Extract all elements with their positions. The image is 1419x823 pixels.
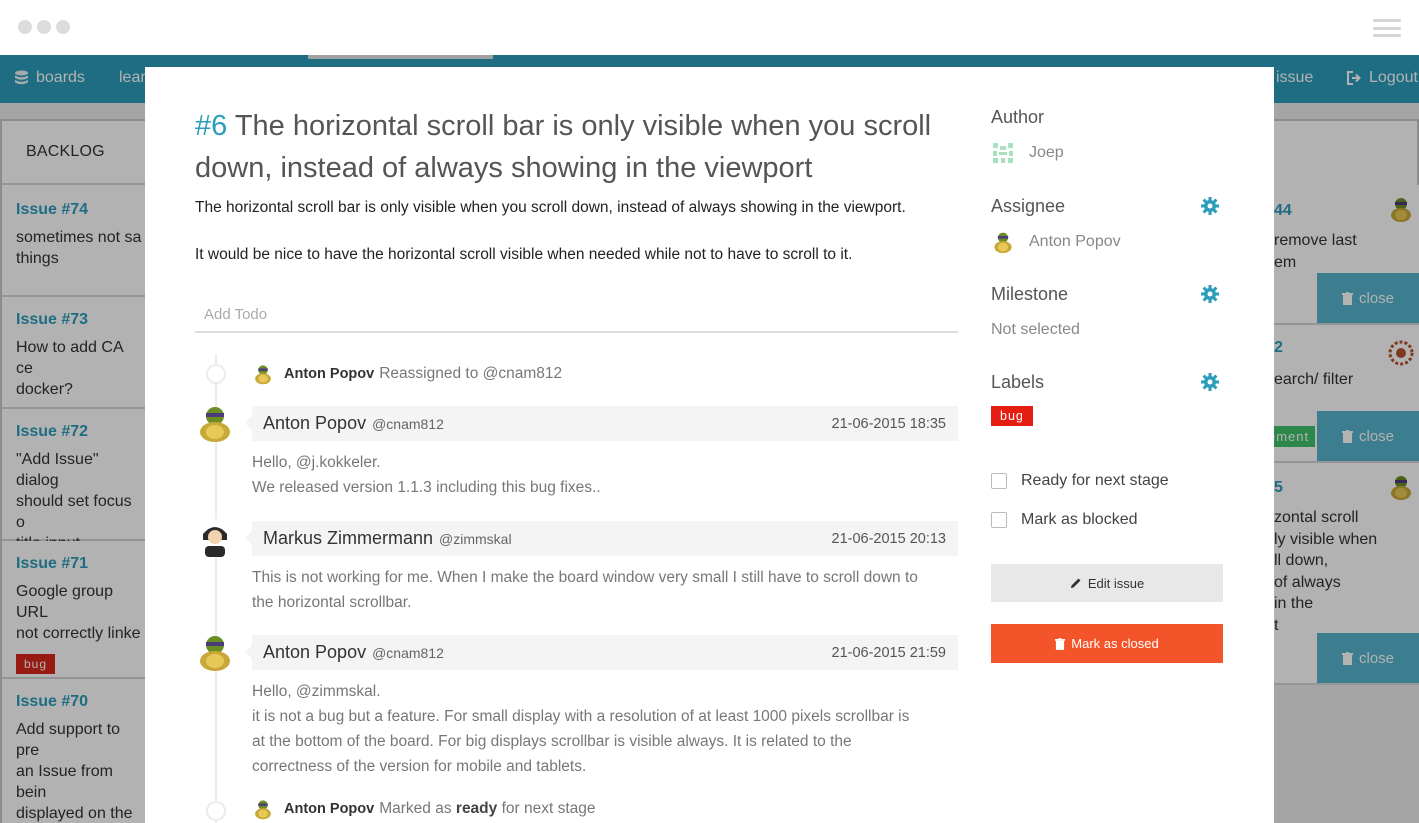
event-text: Marked as ready for next stage	[379, 800, 595, 818]
event-text-strong: ready	[455, 800, 498, 817]
hamburger-menu-icon[interactable]	[1373, 19, 1401, 37]
comment-author[interactable]: Markus Zimmermann	[263, 528, 433, 549]
issue-title-text: The horizontal scroll bar is only visibl…	[195, 110, 932, 184]
gear-icon[interactable]	[1201, 285, 1219, 303]
event-text: Reassigned to @cnam812	[379, 365, 563, 382]
issue-title: #6 The horizontal scroll bar is only vis…	[195, 105, 955, 189]
author-name: Joep	[1029, 144, 1064, 161]
comment-author[interactable]: Anton Popov	[263, 642, 366, 663]
identicon-avatar-icon	[991, 141, 1015, 165]
issue-number: #6	[195, 110, 228, 142]
author-heading: Author	[991, 107, 1045, 127]
turtle-avatar-icon	[255, 365, 271, 385]
comment-date: 21-06-2015 18:35	[831, 415, 947, 432]
blocked-label: Mark as blocked	[1021, 511, 1138, 528]
comment-handle: @zimmskal	[439, 530, 512, 547]
comment-line: it is not a bug but a feature. For small…	[252, 708, 910, 725]
bug-label: bug	[991, 406, 1033, 426]
comment-header: Anton Popov @cnam812 21-06-2015 21:59	[245, 635, 958, 670]
timeline-dot	[206, 364, 226, 384]
comment-author[interactable]: Anton Popov	[263, 413, 366, 434]
checkbox[interactable]	[991, 512, 1007, 528]
window-chrome	[0, 0, 1419, 55]
milestone-heading: Milestone	[991, 284, 1069, 304]
mark-closed-button[interactable]: Mark as closed	[991, 624, 1223, 663]
timeline-event: Anton Popov Reassigned to @cnam812	[252, 363, 562, 385]
assignee-heading: Assignee	[991, 196, 1066, 216]
author-value: Joep	[991, 141, 1064, 165]
window-dot-minimize[interactable]	[37, 20, 51, 34]
comment-line: Hello, @j.kokkeler.	[252, 454, 381, 471]
issue-description-1: The horizontal scroll bar is only visibl…	[195, 199, 906, 216]
comment-line: We released version 1.1.3 including this…	[252, 479, 601, 496]
turtle-avatar-icon	[994, 232, 1012, 254]
issue-modal: #6 The horizontal scroll bar is only vis…	[145, 67, 1274, 823]
trash-icon	[1055, 637, 1066, 650]
comment-line: Hello, @zimmskal.	[252, 683, 381, 700]
event-user[interactable]: Anton Popov	[284, 801, 374, 817]
assignee-value: Anton Popov	[991, 230, 1121, 254]
gear-icon[interactable]	[1201, 197, 1219, 215]
assignee-name: Anton Popov	[1029, 233, 1121, 250]
issue-description-2: It would be nice to have the horizontal …	[195, 246, 853, 263]
comment-handle: @cnam812	[372, 644, 444, 661]
comment-date: 21-06-2015 20:13	[831, 530, 947, 547]
turtle-avatar-icon	[200, 407, 230, 442]
ready-next-stage-checkbox[interactable]: Ready for next stage	[991, 472, 1169, 490]
timeline-event: Anton Popov Marked as ready for next sta…	[252, 798, 596, 820]
comment-line: at the bottom of the board. For big disp…	[252, 733, 852, 750]
comment-line: This is not working for me. When I make …	[252, 569, 918, 586]
checkbox[interactable]	[991, 473, 1007, 489]
comment-header: Markus Zimmermann @zimmskal 21-06-2015 2…	[245, 521, 958, 556]
person-avatar-icon	[196, 519, 234, 557]
timeline-dot	[206, 801, 226, 821]
edit-issue-label: Edit issue	[1087, 575, 1145, 591]
labels-heading: Labels	[991, 372, 1045, 392]
pencil-icon	[1070, 578, 1081, 588]
edit-issue-button[interactable]: Edit issue	[991, 564, 1223, 602]
add-todo-input[interactable]	[195, 297, 958, 333]
window-dot-maximize[interactable]	[56, 20, 70, 34]
turtle-avatar-icon	[200, 636, 230, 671]
comment-header: Anton Popov @cnam812 21-06-2015 18:35	[245, 406, 958, 441]
gear-icon[interactable]	[1201, 373, 1219, 391]
event-user[interactable]: Anton Popov	[284, 366, 374, 382]
comment-body: Hello, @zimmskal. it is not a bug but a …	[252, 679, 962, 779]
ready-label: Ready for next stage	[1021, 472, 1169, 489]
event-text-after: for next stage	[501, 800, 596, 817]
turtle-avatar-icon	[255, 800, 271, 820]
comment-date: 21-06-2015 21:59	[831, 644, 947, 661]
mark-blocked-checkbox[interactable]: Mark as blocked	[991, 511, 1138, 529]
milestone-value: Not selected	[991, 321, 1080, 338]
comment-line: the horizontal scrollbar.	[252, 594, 412, 611]
comment-body: This is not working for me. When I make …	[252, 565, 962, 615]
comment-handle: @cnam812	[372, 415, 444, 432]
comment-body: Hello, @j.kokkeler. We released version …	[252, 450, 962, 500]
comment-line: correctness of the version for mobile an…	[252, 758, 587, 775]
event-text-before: Marked as	[379, 800, 452, 817]
mark-closed-label: Mark as closed	[1071, 636, 1159, 651]
window-dot-close[interactable]	[18, 20, 32, 34]
window-controls	[18, 20, 70, 34]
